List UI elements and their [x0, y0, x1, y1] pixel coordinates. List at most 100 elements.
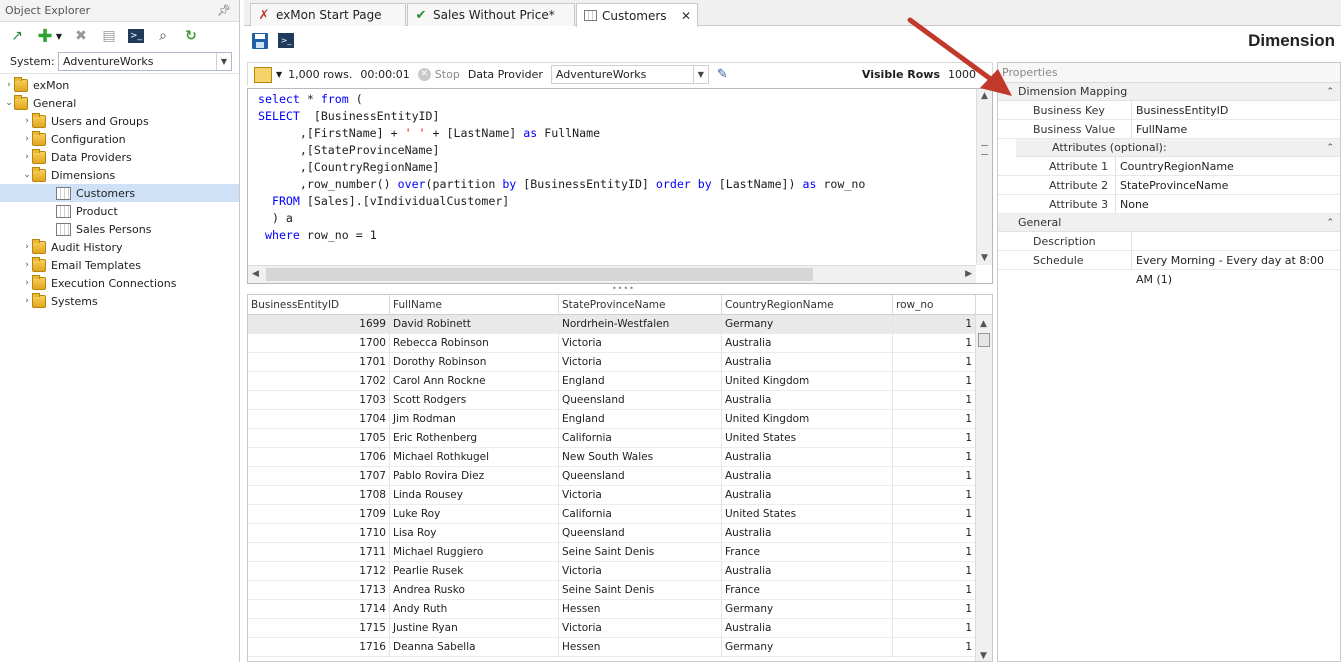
table-cell[interactable]: Michael Rothkugel [390, 448, 559, 467]
property-attribute-3[interactable]: Attribute 3 None [998, 195, 1340, 214]
property-description[interactable]: Description [998, 232, 1340, 251]
table-cell[interactable]: 1 [893, 619, 976, 638]
table-cell[interactable]: Eric Rothenberg [390, 429, 559, 448]
table-cell[interactable]: United Kingdom [722, 372, 893, 391]
tab-exmon-start-page[interactable]: ✗ exMon Start Page [250, 3, 406, 26]
table-cell[interactable]: 1 [893, 638, 976, 657]
tree-item-data-providers[interactable]: › Data Providers [0, 148, 239, 166]
scroll-left-icon[interactable]: ◀ [252, 269, 259, 279]
chevron-up-icon[interactable]: ⌃ [1326, 139, 1334, 157]
property-value[interactable]: None [1116, 195, 1340, 213]
tree-item-audit-history[interactable]: › Audit History [0, 238, 239, 256]
search-icon[interactable]: ⌕ [154, 27, 172, 45]
table-cell[interactable]: 1 [893, 581, 976, 600]
splitter-grip[interactable]: •••• [612, 285, 634, 293]
properties-icon[interactable]: ▤ [100, 27, 118, 45]
console-icon[interactable]: >_ [278, 33, 294, 48]
tree-item-systems[interactable]: › Systems [0, 292, 239, 310]
collapse-icon[interactable]: ⌄ [4, 98, 14, 108]
table-cell[interactable]: Hessen [559, 638, 722, 657]
property-attribute-1[interactable]: Attribute 1 CountryRegionName [998, 157, 1340, 176]
table-cell[interactable]: Queensland [559, 524, 722, 543]
column-header[interactable]: StateProvinceName [559, 295, 722, 315]
table-cell[interactable]: 1 [893, 353, 976, 372]
table-cell[interactable]: 1707 [248, 467, 390, 486]
table-cell[interactable]: Australia [722, 486, 893, 505]
tree-item-exmon[interactable]: › exMon [0, 76, 239, 94]
tab-sales-without-price[interactable]: ✔ Sales Without Price* [407, 3, 575, 26]
table-row[interactable]: 1706 Michael Rothkugel New South Wales Aust… [248, 448, 992, 467]
table-row[interactable]: 1707 Pablo Rovira Diez Queensland Australia… [248, 467, 992, 486]
tree-item-email-templates[interactable]: › Email Templates [0, 256, 239, 274]
property-attribute-2[interactable]: Attribute 2 StateProvinceName [998, 176, 1340, 195]
table-cell[interactable]: United Kingdom [722, 410, 893, 429]
property-value[interactable]: CountryRegionName [1116, 157, 1340, 175]
table-cell[interactable]: 1709 [248, 505, 390, 524]
tree-item-product[interactable]: Product [0, 202, 239, 220]
property-value[interactable] [1132, 232, 1340, 250]
collapse-icon[interactable]: ⌄ [22, 170, 32, 180]
table-row[interactable]: 1716 Deanna Sabella Hessen Germany 1 [248, 638, 992, 657]
table-cell[interactable]: United States [722, 505, 893, 524]
table-cell[interactable]: United States [722, 429, 893, 448]
table-row[interactable]: 1703 Scott Rodgers Queensland Australia 1 [248, 391, 992, 410]
scroll-thumb[interactable] [978, 333, 990, 347]
table-cell[interactable]: New South Wales [559, 448, 722, 467]
table-cell[interactable]: Germany [722, 600, 893, 619]
refresh-icon[interactable]: ↻ [182, 27, 200, 45]
property-schedule[interactable]: Schedule Every Morning - Every day at 8:… [998, 251, 1340, 286]
editor-horizontal-scrollbar[interactable]: ◀ ▶ [248, 265, 976, 283]
table-row[interactable]: 1704 Jim Rodman England United Kingdom 1 [248, 410, 992, 429]
table-cell[interactable]: 1 [893, 562, 976, 581]
table-cell[interactable]: 1 [893, 391, 976, 410]
tree-item-dimensions[interactable]: ⌄ Dimensions [0, 166, 239, 184]
chevron-down-icon[interactable]: ▼ [692, 66, 708, 83]
table-cell[interactable]: Australia [722, 448, 893, 467]
table-cell[interactable]: 1711 [248, 543, 390, 562]
table-cell[interactable]: Jim Rodman [390, 410, 559, 429]
scroll-right-icon[interactable]: ▶ [965, 269, 972, 279]
add-icon[interactable]: ✚ [36, 26, 54, 47]
table-cell[interactable]: Scott Rodgers [390, 391, 559, 410]
tree-item-execution-connections[interactable]: › Execution Connections [0, 274, 239, 292]
table-cell[interactable]: England [559, 372, 722, 391]
scroll-down-icon[interactable]: ▼ [980, 651, 987, 661]
chevron-down-icon[interactable]: ▼ [276, 70, 282, 79]
table-row[interactable]: 1702 Carol Ann Rockne England United Kingdo… [248, 372, 992, 391]
table-row[interactable]: 1699 David Robinett Nordrhein-Westfalen Ger… [248, 315, 992, 334]
category-general[interactable]: General ⌃ [998, 214, 1340, 232]
property-value[interactable]: Every Morning - Every day at 8:00 AM (1) [1132, 251, 1340, 286]
table-cell[interactable]: Australia [722, 391, 893, 410]
column-header[interactable]: FullName [390, 295, 559, 315]
table-cell[interactable]: Nordrhein-Westfalen [559, 315, 722, 334]
table-cell[interactable]: Australia [722, 524, 893, 543]
table-cell[interactable]: Victoria [559, 334, 722, 353]
tree-item-general[interactable]: ⌄ General [0, 94, 239, 112]
save-icon[interactable] [252, 33, 268, 49]
property-business-key[interactable]: Business Key BusinessEntityID [998, 101, 1340, 120]
table-row[interactable]: 1709 Luke Roy California United States 1 [248, 505, 992, 524]
column-header[interactable]: CountryRegionName [722, 295, 893, 315]
category-dimension-mapping[interactable]: Dimension Mapping ⌃ [998, 83, 1340, 101]
table-cell[interactable]: 1704 [248, 410, 390, 429]
table-cell[interactable]: Rebecca Robinson [390, 334, 559, 353]
scroll-thumb[interactable] [266, 268, 813, 281]
tree-item-users-and-groups[interactable]: › Users and Groups [0, 112, 239, 130]
property-business-value[interactable]: Business Value FullName [998, 120, 1340, 139]
table-cell[interactable]: Australia [722, 619, 893, 638]
table-cell[interactable]: 1 [893, 448, 976, 467]
table-cell[interactable]: Dorothy Robinson [390, 353, 559, 372]
table-row[interactable]: 1710 Lisa Roy Queensland Australia 1 [248, 524, 992, 543]
table-cell[interactable]: Germany [722, 315, 893, 334]
table-cell[interactable]: Deanna Sabella [390, 638, 559, 657]
stop-button[interactable]: ✕ Stop [417, 68, 460, 81]
property-value[interactable]: FullName [1132, 120, 1340, 138]
table-cell[interactable]: Australia [722, 562, 893, 581]
table-row[interactable]: 1713 Andrea Rusko Seine Saint Denis France 1 [248, 581, 992, 600]
table-cell[interactable]: Victoria [559, 562, 722, 581]
tab-customers[interactable]: Customers ✕ [576, 3, 698, 27]
table-cell[interactable]: Lisa Roy [390, 524, 559, 543]
table-cell[interactable]: 1714 [248, 600, 390, 619]
table-cell[interactable]: Michael Ruggiero [390, 543, 559, 562]
table-row[interactable]: 1700 Rebecca Robinson Victoria Australia 1 [248, 334, 992, 353]
